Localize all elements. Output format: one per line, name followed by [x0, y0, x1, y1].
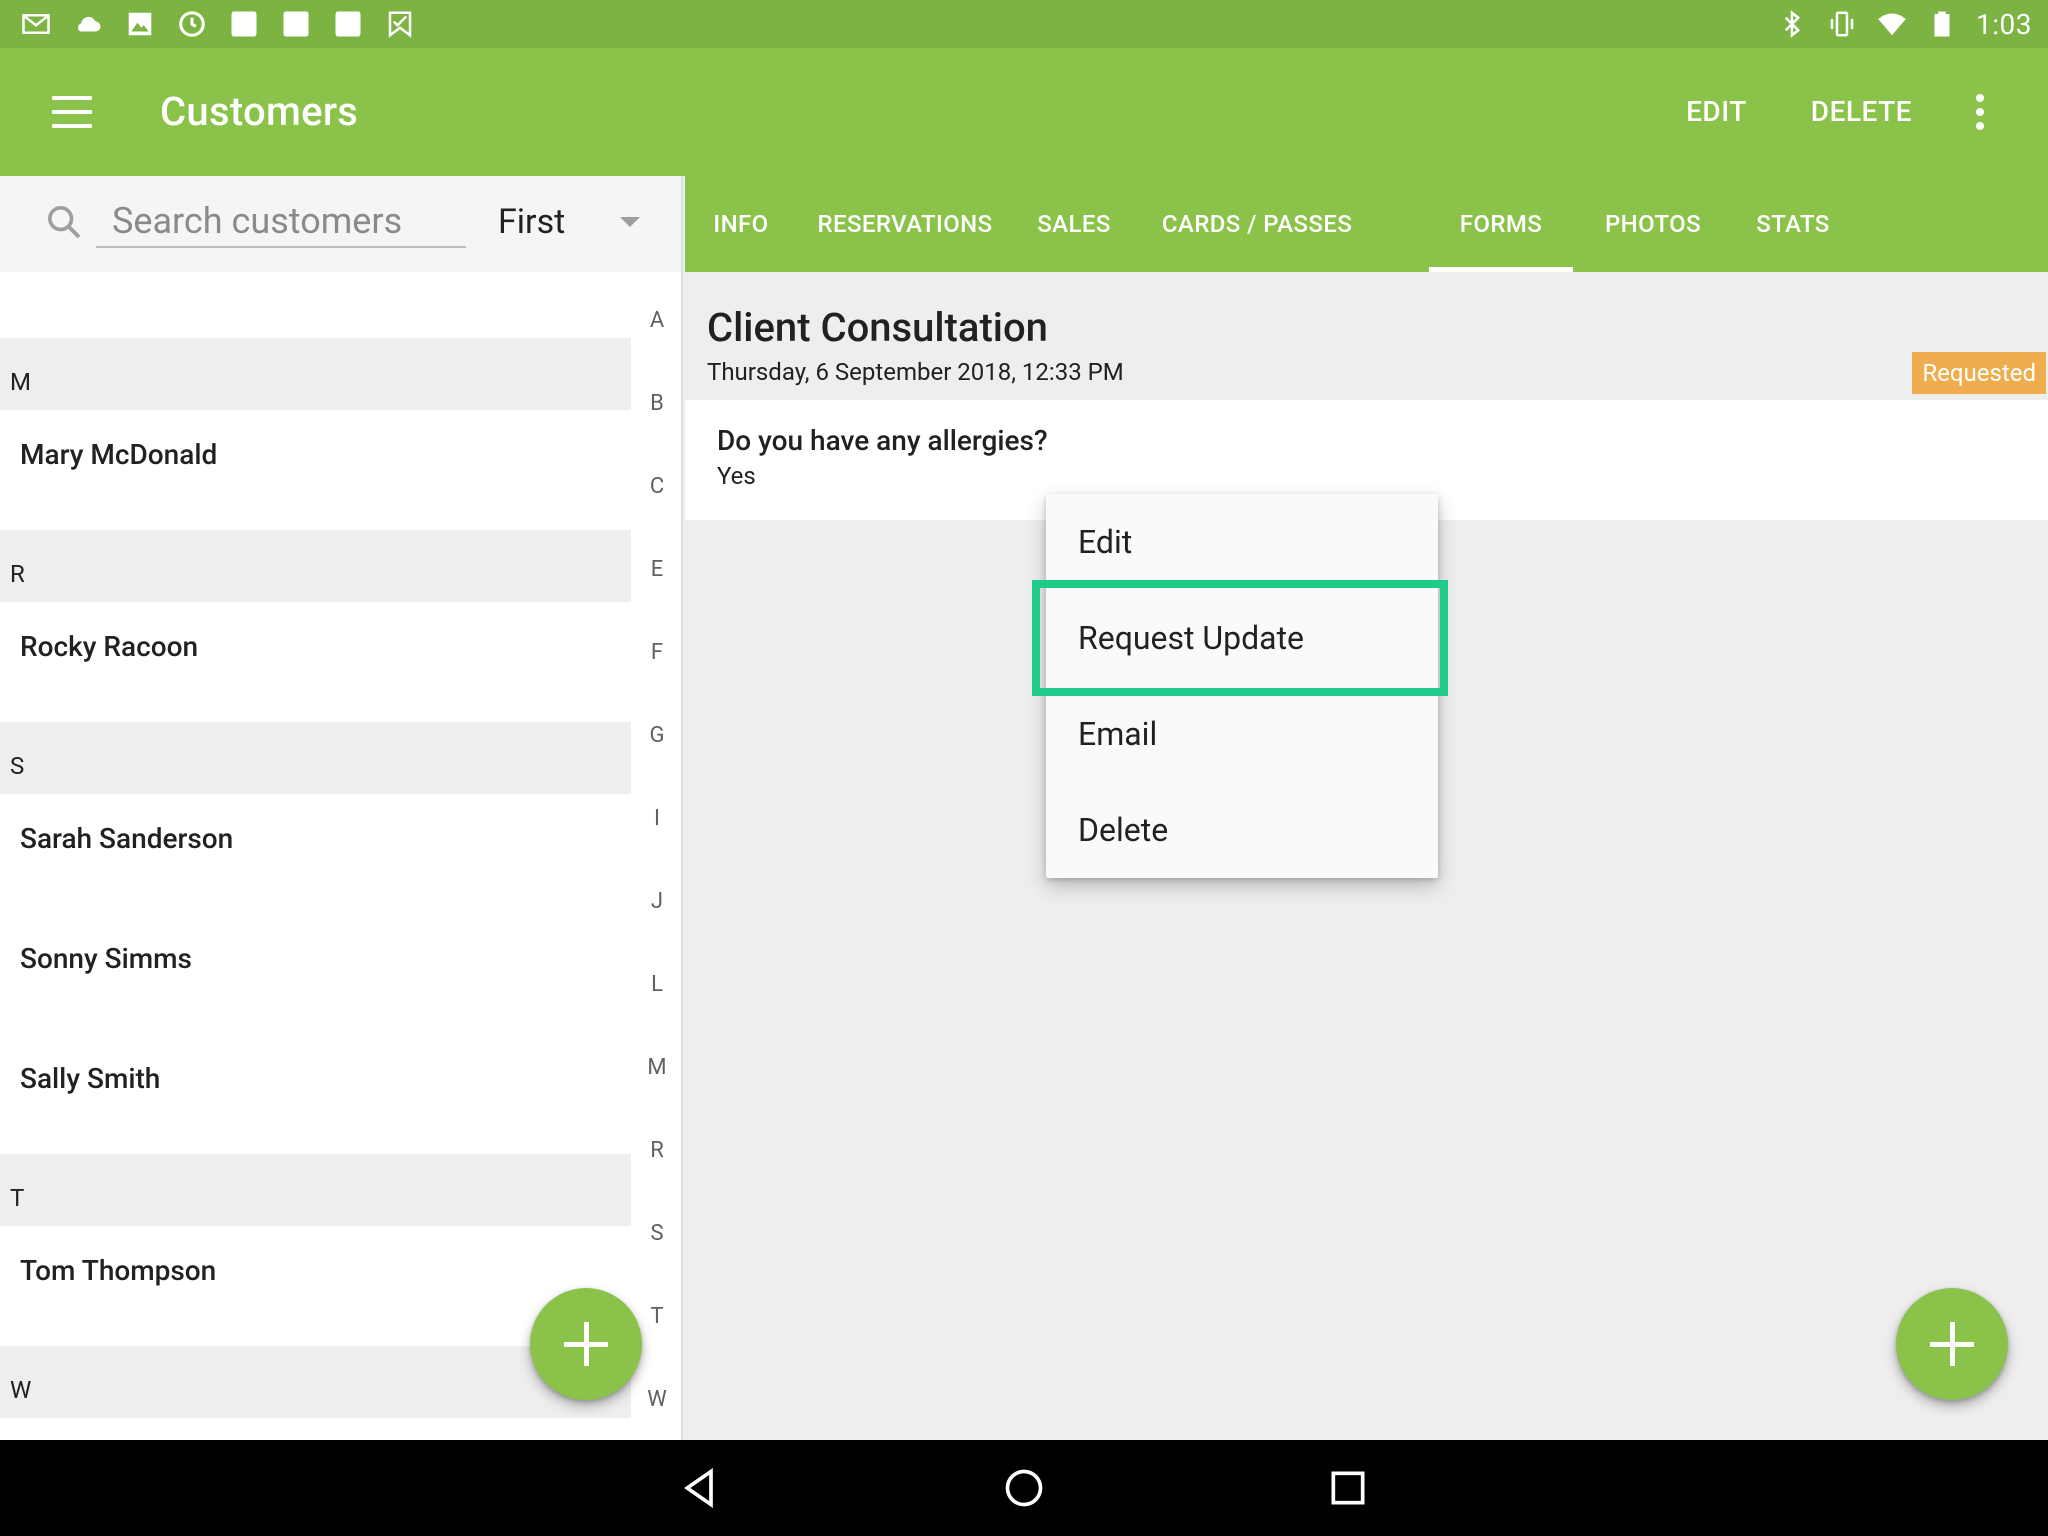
- form-answer: Yes: [717, 462, 756, 490]
- notification-square-icon: [228, 8, 260, 40]
- customer-list-pane: First M Mary McDonald R Rocky Racoon S S…: [0, 176, 683, 1440]
- add-customer-button[interactable]: [530, 1288, 642, 1400]
- check-flag-icon: [384, 8, 416, 40]
- customer-item[interactable]: Sonny Simms: [0, 914, 631, 1034]
- app-bar-actions: EDIT DELETE: [1654, 84, 2008, 140]
- battery-icon: [1926, 8, 1958, 40]
- notification-square-icon: [280, 8, 312, 40]
- app-bar: Customers EDIT DELETE: [0, 48, 2048, 176]
- vibrate-icon: [1826, 8, 1858, 40]
- customer-tabs: INFO RESERVATIONS SALES CARDS / PASSES F…: [685, 176, 2048, 272]
- index-letter[interactable]: F: [631, 640, 681, 665]
- menu-item-email[interactable]: Email: [1046, 686, 1438, 782]
- index-letter[interactable]: B: [631, 391, 681, 416]
- menu-item-delete[interactable]: Delete: [1046, 782, 1438, 878]
- chevron-down-icon: [620, 217, 640, 227]
- photo-icon: [124, 8, 156, 40]
- index-letter[interactable]: S: [631, 1221, 681, 1246]
- search-icon: [44, 202, 84, 242]
- delete-button[interactable]: DELETE: [1779, 84, 1944, 140]
- notification-square-icon: [332, 8, 364, 40]
- tab-cards-passes[interactable]: CARDS / PASSES: [1135, 176, 1379, 272]
- tab-stats[interactable]: STATS: [1733, 176, 1853, 272]
- index-letter[interactable]: A: [631, 308, 681, 333]
- tab-info[interactable]: INFO: [685, 176, 797, 272]
- navigation-bar: [0, 1440, 2048, 1536]
- customer-item[interactable]: Mary McDonald: [0, 410, 631, 530]
- section-header-m: M: [0, 338, 631, 410]
- clock-icon: [176, 8, 208, 40]
- index-letter[interactable]: I: [631, 806, 681, 831]
- clock-time: 1:03: [1976, 7, 2032, 41]
- customer-list: M Mary McDonald R Rocky Racoon S Sarah S…: [0, 272, 631, 1418]
- plus-icon: [1930, 1322, 1974, 1366]
- context-menu: Edit Request Update Email Delete: [1046, 494, 1438, 878]
- form-question: Do you have any allergies?: [717, 424, 1048, 457]
- index-letter[interactable]: R: [631, 1138, 681, 1163]
- index-letter[interactable]: E: [631, 557, 681, 582]
- sort-selected-value: First: [498, 202, 566, 242]
- edit-button[interactable]: EDIT: [1654, 84, 1779, 140]
- cloud-icon: [72, 8, 104, 40]
- gmail-icon: [20, 8, 52, 40]
- search-input[interactable]: [96, 196, 466, 248]
- more-options-icon[interactable]: [1952, 84, 2008, 140]
- back-icon[interactable]: [670, 1458, 730, 1518]
- customer-item[interactable]: Sally Smith: [0, 1034, 631, 1154]
- sort-dropdown[interactable]: First: [480, 196, 660, 248]
- tab-forms[interactable]: FORMS: [1429, 176, 1573, 272]
- search-bar: First: [0, 176, 681, 272]
- bluetooth-icon: [1776, 8, 1808, 40]
- alphabet-index-rail[interactable]: A B C E F G I J L M R S T W: [631, 272, 681, 1440]
- status-bar: 1:03: [0, 0, 2048, 48]
- form-title: Client Consultation: [707, 304, 1048, 351]
- index-letter[interactable]: M: [631, 1055, 681, 1080]
- notification-icons: [20, 8, 416, 40]
- hamburger-menu-icon[interactable]: [40, 88, 104, 136]
- customer-item[interactable]: Rocky Racoon: [0, 602, 631, 722]
- system-icons: 1:03: [1776, 6, 2032, 42]
- home-icon[interactable]: [994, 1458, 1054, 1518]
- section-header-s: S: [0, 722, 631, 794]
- menu-item-request-update[interactable]: Request Update: [1046, 590, 1438, 686]
- recents-icon[interactable]: [1318, 1458, 1378, 1518]
- tab-sales[interactable]: SALES: [1013, 176, 1135, 272]
- menu-item-edit[interactable]: Edit: [1046, 494, 1438, 590]
- page-title: Customers: [160, 88, 359, 135]
- list-spacer: [0, 272, 631, 338]
- index-letter[interactable]: L: [631, 972, 681, 997]
- section-header-t: T: [0, 1154, 631, 1226]
- wifi-icon: [1876, 8, 1908, 40]
- customer-item[interactable]: Sarah Sanderson: [0, 794, 631, 914]
- index-letter[interactable]: G: [631, 723, 681, 748]
- index-letter[interactable]: W: [631, 1387, 681, 1412]
- plus-icon: [564, 1322, 608, 1366]
- form-date: Thursday, 6 September 2018, 12:33 PM: [707, 358, 1124, 386]
- section-header-r: R: [0, 530, 631, 602]
- tab-reservations[interactable]: RESERVATIONS: [797, 176, 1013, 272]
- index-letter[interactable]: J: [631, 889, 681, 914]
- index-letter[interactable]: C: [631, 474, 681, 499]
- add-form-button[interactable]: [1896, 1288, 2008, 1400]
- tab-photos[interactable]: PHOTOS: [1573, 176, 1733, 272]
- status-badge: Requested: [1912, 352, 2046, 394]
